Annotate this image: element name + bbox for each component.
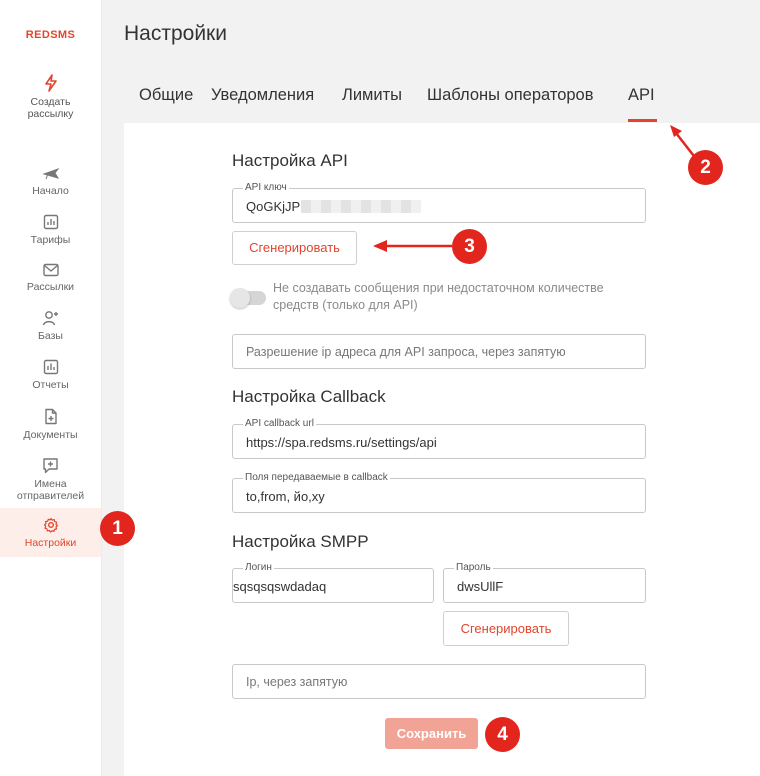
annotation-badge-3: 3 — [452, 229, 487, 264]
arrow-to-generate-button — [373, 240, 452, 252]
annotation-arrows — [373, 125, 698, 252]
annotation-badge-4: 4 — [485, 717, 520, 752]
annotation-badge-1: 1 — [100, 511, 135, 546]
annotation-badge-2: 2 — [688, 150, 723, 185]
